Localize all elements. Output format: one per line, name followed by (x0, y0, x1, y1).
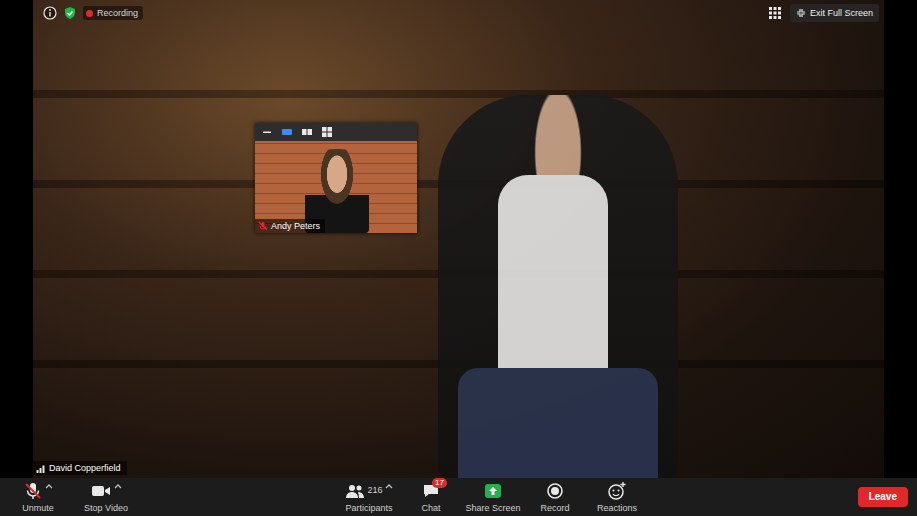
button-label: Reactions (597, 503, 637, 514)
record-button[interactable]: Record (524, 481, 586, 514)
letterbox-left (0, 0, 33, 478)
button-label: Participants (345, 503, 392, 514)
chat-button[interactable]: 17 Chat (400, 481, 462, 514)
gallery-grid-icon[interactable] (768, 6, 782, 20)
button-label: Record (540, 503, 569, 514)
info-icon[interactable] (43, 6, 57, 20)
thumbnail-participant-name: Andy Peters (271, 220, 320, 232)
microphone-icon (23, 481, 43, 501)
shirt (498, 175, 608, 375)
exit-full-screen-label: Exit Full Screen (810, 7, 873, 19)
button-label: Share Screen (465, 503, 520, 514)
button-icon-row (90, 481, 122, 501)
button-icon-row: 17 (421, 481, 441, 501)
button-icon-row (607, 481, 627, 501)
stop-video-button[interactable]: Stop Video (80, 481, 132, 514)
audio-video-controls: Unmute Stop Video (0, 481, 338, 514)
recording-indicator: Recording (83, 6, 143, 20)
unread-badge: 17 (432, 478, 447, 488)
view-controls: Exit Full Screen (768, 4, 879, 22)
shrink-icon (796, 8, 806, 18)
share-arrow-icon (483, 481, 503, 501)
self-view-thumbnail[interactable]: Andy Peters (255, 123, 417, 233)
button-label: Stop Video (84, 503, 128, 514)
muted-microphone-icon (258, 221, 268, 231)
presenter-figure (438, 95, 678, 478)
shelf (33, 90, 884, 98)
recording-dot (86, 10, 93, 17)
main-name-tag: David Copperfield (33, 461, 127, 475)
caret-up-icon[interactable] (45, 483, 53, 489)
button-icon-row (483, 481, 503, 501)
meeting-toolbar: Unmute Stop Video 216 Participants 17 Chat Sha… (0, 478, 917, 516)
grid-view-icon[interactable] (321, 126, 333, 138)
people-icon (345, 481, 365, 501)
exit-full-screen-button[interactable]: Exit Full Screen (790, 4, 879, 22)
main-participant-name: David Copperfield (49, 462, 121, 474)
caret-up-icon[interactable] (114, 483, 122, 489)
letterbox-right (884, 0, 917, 478)
meeting-stage: Recording Exit Full Screen Andy Peters Davi… (0, 0, 917, 478)
minimize-icon[interactable] (261, 126, 273, 138)
button-label: Chat (421, 503, 440, 514)
reactions-button[interactable]: Reactions (586, 481, 648, 514)
participants-button[interactable]: 216 Participants (338, 481, 400, 514)
meeting-controls: 216 Participants 17 Chat Share Screen Record R… (338, 481, 648, 514)
status-icons: Recording (43, 6, 143, 20)
caret-up-icon[interactable] (385, 483, 393, 489)
signal-bars-icon (36, 463, 46, 473)
unmute-button[interactable]: Unmute (12, 481, 64, 514)
single-view-icon[interactable] (281, 126, 293, 138)
share-screen-button[interactable]: Share Screen (462, 481, 524, 514)
thumbnail-toolbar (255, 123, 417, 141)
record-circle-icon (545, 481, 565, 501)
button-icon-row: 216 (345, 481, 392, 501)
participant-count: 216 (367, 485, 382, 496)
zoom-window: Recording Exit Full Screen Andy Peters Davi… (0, 0, 917, 516)
main-video: Recording Exit Full Screen Andy Peters Davi… (33, 0, 884, 478)
button-icon-row (23, 481, 53, 501)
thumbnail-video: Andy Peters (255, 141, 417, 233)
shield-icon[interactable] (63, 6, 77, 20)
legs (458, 368, 658, 478)
strip-view-icon[interactable] (301, 126, 313, 138)
button-icon-row (545, 481, 565, 501)
leave-button[interactable]: Leave (858, 487, 908, 507)
thumbnail-name-tag: Andy Peters (255, 219, 325, 233)
button-label: Unmute (22, 503, 54, 514)
video-camera-icon (90, 481, 112, 501)
recording-label: Recording (97, 7, 138, 19)
smiley-icon (607, 481, 627, 501)
